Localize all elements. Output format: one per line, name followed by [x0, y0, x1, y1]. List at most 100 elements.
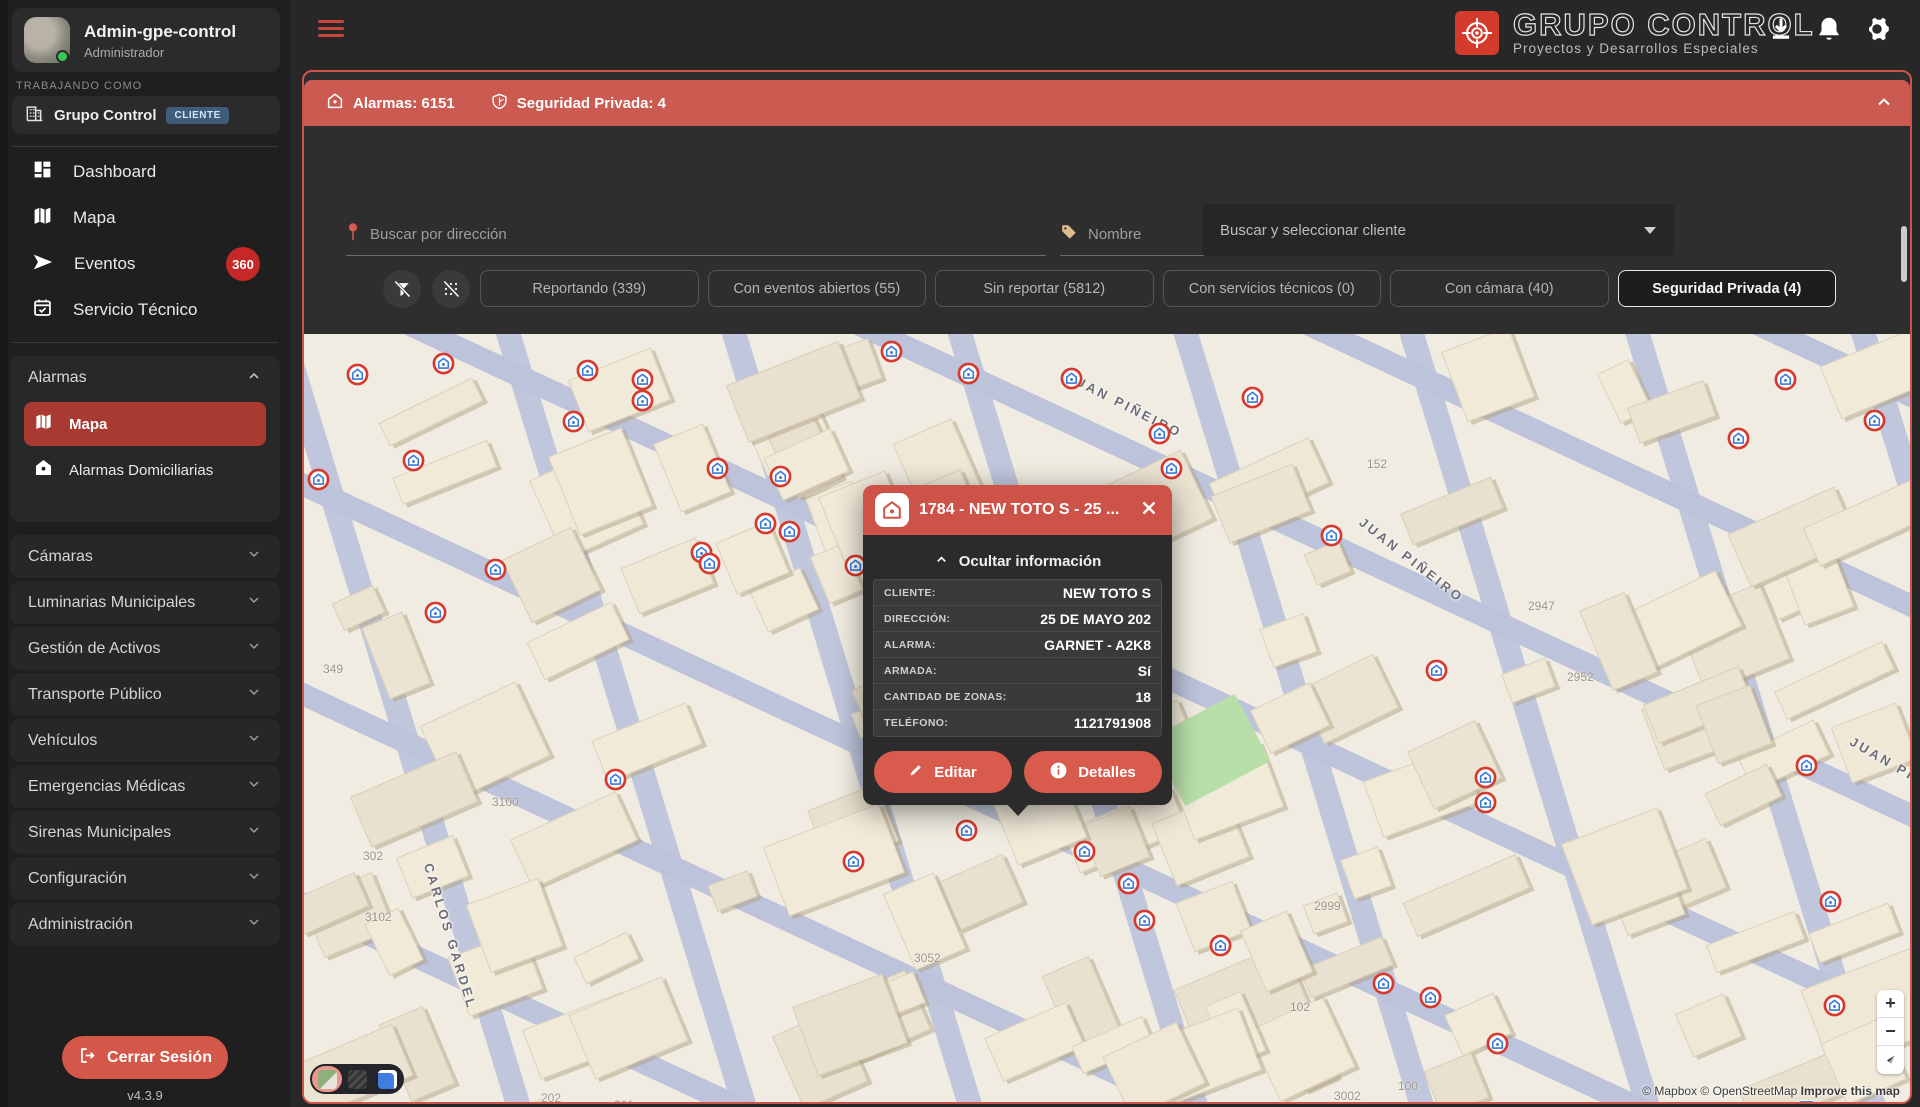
- client-card[interactable]: Grupo Control CLIENTE: [12, 96, 280, 134]
- alarm-marker[interactable]: [576, 359, 599, 382]
- map-building: [573, 932, 639, 985]
- sidebar-section-configuraci-n[interactable]: Configuración: [10, 857, 280, 900]
- details-button[interactable]: Detalles: [1024, 751, 1162, 793]
- scrollbar-thumb[interactable]: [1901, 226, 1907, 282]
- style-light-button[interactable]: [372, 1066, 402, 1092]
- alarm-marker[interactable]: [1160, 457, 1183, 480]
- clear-filter-button[interactable]: [383, 270, 421, 308]
- field-value: 25 DE MAYO 202: [1040, 611, 1151, 627]
- alarm-marker[interactable]: [880, 340, 903, 363]
- collapse-banner-chevron-icon[interactable]: [1874, 92, 1894, 117]
- field-label: TELÉFONO:: [884, 717, 948, 729]
- alarm-marker[interactable]: [1474, 791, 1497, 814]
- alarm-marker[interactable]: [1372, 972, 1395, 995]
- zoom-out-button[interactable]: −: [1877, 1018, 1904, 1046]
- improve-map-link[interactable]: Improve this map: [1801, 1084, 1900, 1098]
- map-icon: [32, 205, 53, 231]
- menu-toggle-button[interactable]: [318, 16, 344, 40]
- alarm-marker[interactable]: [562, 410, 585, 433]
- edit-button[interactable]: Editar: [874, 751, 1012, 793]
- sidebar-section-gesti-n-de-activos[interactable]: Gestión de Activos: [10, 627, 280, 670]
- alarm-marker[interactable]: [1727, 427, 1750, 450]
- details-label: Detalles: [1078, 764, 1136, 781]
- sidebar-item-alarmas-domiciliarias[interactable]: Alarmas Domiciliarias: [24, 448, 266, 492]
- sidebar-section-transporte-p-blico[interactable]: Transporte Público: [10, 673, 280, 716]
- chevron-down-icon: [1644, 227, 1656, 234]
- sidebar-item-eventos[interactable]: Eventos 360: [10, 242, 280, 286]
- sidebar-section-c-maras[interactable]: Cámaras: [10, 535, 280, 578]
- popup-info-toggle[interactable]: Ocultar información: [873, 543, 1162, 579]
- alarm-marker[interactable]: [955, 819, 978, 842]
- alarm-marker[interactable]: [1774, 368, 1797, 391]
- sidebar-section-luminarias-municipales[interactable]: Luminarias Municipales: [10, 581, 280, 624]
- alarm-marker[interactable]: [778, 520, 801, 543]
- alarm-marker[interactable]: [1486, 1032, 1509, 1055]
- alarm-marker[interactable]: [706, 457, 729, 480]
- user-card[interactable]: Admin-gpe-control Administrador: [12, 8, 280, 72]
- alarm-marker[interactable]: [346, 363, 369, 386]
- sidebar-section-emergencias-m-dicas[interactable]: Emergencias Médicas: [10, 765, 280, 808]
- notifications-bell-icon[interactable]: [1814, 14, 1844, 44]
- alarm-marker[interactable]: [1425, 659, 1448, 682]
- alarm-marker[interactable]: [754, 512, 777, 535]
- poi-icon[interactable]: [1798, 1100, 1815, 1102]
- filter-sin-reportar[interactable]: Sin reportar (5812): [935, 270, 1154, 307]
- address-search-input[interactable]: [370, 226, 1046, 243]
- sidebar-item-alarmas-mapa[interactable]: Mapa: [24, 402, 266, 446]
- alarm-marker[interactable]: [1823, 994, 1846, 1017]
- alarm-marker[interactable]: [432, 352, 455, 375]
- alarm-marker[interactable]: [1863, 409, 1886, 432]
- sidebar-item-servicio-tecnico[interactable]: Servicio Técnico: [10, 288, 280, 332]
- map-canvas[interactable]: JUAN PIÑEIROJUAN PIÑEIROJUAN PIÑEIROCARL…: [304, 334, 1910, 1102]
- filter-servicios-tecnicos[interactable]: Con servicios técnicos (0): [1163, 270, 1382, 307]
- compass-button[interactable]: [1877, 1046, 1904, 1074]
- alarm-marker[interactable]: [698, 552, 721, 575]
- style-dark-button[interactable]: [342, 1066, 372, 1092]
- alarm-marker[interactable]: [842, 850, 865, 873]
- filter-reportando[interactable]: Reportando (339): [480, 270, 699, 307]
- alarm-marker[interactable]: [1474, 766, 1497, 789]
- alarm-marker[interactable]: [957, 362, 980, 385]
- alarm-marker[interactable]: [1419, 986, 1442, 1009]
- alarm-marker[interactable]: [1148, 422, 1171, 445]
- filter-seguridad-privada[interactable]: Seguridad Privada (4): [1618, 270, 1837, 307]
- alarm-marker[interactable]: [1241, 386, 1264, 409]
- alarm-marker[interactable]: [631, 389, 654, 412]
- alarm-marker[interactable]: [1209, 934, 1232, 957]
- alarm-marker[interactable]: [631, 368, 654, 391]
- osm-attribution-link[interactable]: © OpenStreetMap: [1700, 1084, 1797, 1098]
- sidebar-section-sirenas-municipales[interactable]: Sirenas Municipales: [10, 811, 280, 854]
- alarm-marker[interactable]: [769, 465, 792, 488]
- download-icon[interactable]: [1766, 14, 1796, 44]
- subitem-label: Alarmas Domiciliarias: [69, 462, 213, 479]
- zoom-in-button[interactable]: +: [1877, 990, 1904, 1018]
- alarm-marker[interactable]: [1819, 890, 1842, 913]
- alarm-marker[interactable]: [1073, 840, 1096, 863]
- cluster-off-button[interactable]: [432, 270, 470, 308]
- client-select-dropdown[interactable]: Buscar y seleccionar cliente: [1202, 204, 1674, 256]
- style-satellite-button[interactable]: [312, 1066, 342, 1092]
- sidebar-section-veh-culos[interactable]: Vehículos: [10, 719, 280, 762]
- alarm-marker[interactable]: [424, 601, 447, 624]
- alarm-marker[interactable]: [1060, 367, 1083, 390]
- alarms-section-header[interactable]: Alarmas: [10, 356, 280, 400]
- sidebar-item-dashboard[interactable]: Dashboard: [10, 150, 280, 194]
- filter-con-camara[interactable]: Con cámara (40): [1390, 270, 1609, 307]
- alarm-marker[interactable]: [1320, 524, 1343, 547]
- filter-eventos-abiertos[interactable]: Con eventos abiertos (55): [708, 270, 927, 307]
- sidebar-section-administraci-n[interactable]: Administración: [10, 903, 280, 946]
- mapbox-attribution-link[interactable]: © Mapbox: [1642, 1084, 1697, 1098]
- address-search-field: [346, 214, 1046, 256]
- alarm-marker[interactable]: [1795, 754, 1818, 777]
- alarm-marker[interactable]: [402, 449, 425, 472]
- settings-gear-icon[interactable]: [1862, 14, 1892, 44]
- sidebar-item-mapa[interactable]: Mapa: [10, 196, 280, 240]
- alarm-marker[interactable]: [484, 558, 507, 581]
- alarm-marker[interactable]: [307, 468, 330, 491]
- close-icon[interactable]: [1138, 497, 1160, 524]
- logout-button[interactable]: Cerrar Sesión: [62, 1036, 228, 1079]
- alarm-marker[interactable]: [1117, 872, 1140, 895]
- alarm-marker[interactable]: [1133, 909, 1156, 932]
- logout-icon: [78, 1046, 97, 1070]
- alarm-marker[interactable]: [604, 768, 627, 791]
